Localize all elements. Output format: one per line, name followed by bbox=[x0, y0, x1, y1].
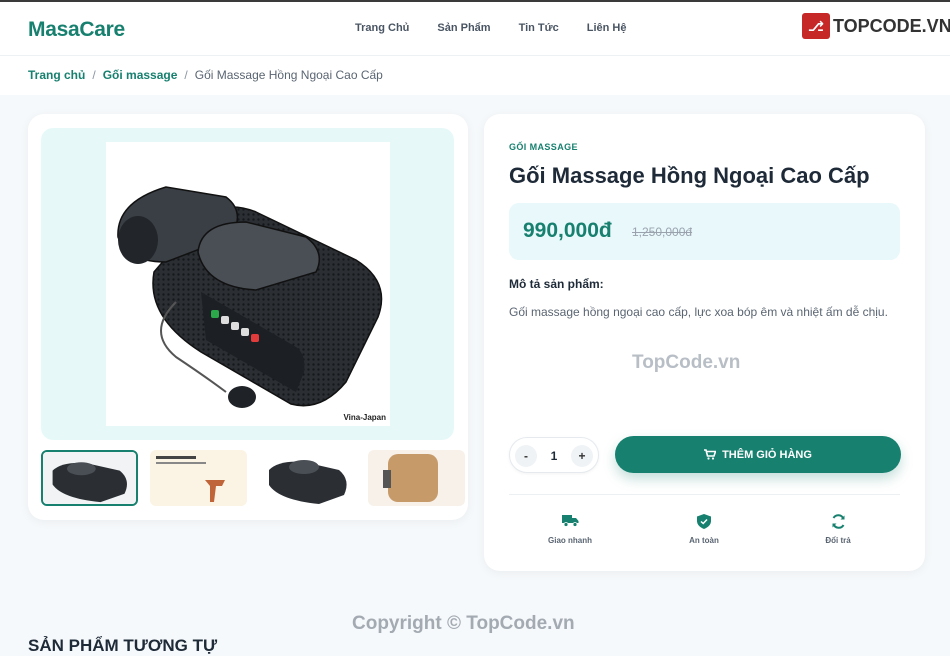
nav-contact[interactable]: Liên Hệ bbox=[587, 22, 627, 34]
massage-pillow-image bbox=[117, 186, 383, 408]
quantity-stepper: - + bbox=[509, 437, 599, 474]
feature-fast-delivery: Giao nhanh bbox=[525, 514, 615, 545]
product-category[interactable]: GỐI MASSAGE bbox=[509, 142, 578, 152]
feature-label: Giao nhanh bbox=[548, 536, 592, 545]
topcode-badge: ⎇ TOPCODE.VN bbox=[802, 13, 950, 39]
main-product-image[interactable]: Vina-Japan bbox=[106, 142, 390, 426]
feature-label: Đổi trả bbox=[825, 536, 851, 545]
site-logo[interactable]: MasaCare bbox=[28, 18, 125, 42]
refresh-icon bbox=[832, 514, 844, 529]
nav-home[interactable]: Trang Chủ bbox=[355, 22, 409, 34]
description-label: Mô tả sản phẩm: bbox=[509, 277, 604, 291]
breadcrumb-current: Gối Massage Hồng Ngoại Cao Cấp bbox=[194, 68, 383, 82]
image-caption: Vina-Japan bbox=[343, 413, 386, 422]
breadcrumb-home[interactable]: Trang chủ bbox=[28, 68, 85, 82]
main-image-frame: Vina-Japan bbox=[41, 128, 454, 440]
quantity-decrease-button[interactable]: - bbox=[515, 445, 537, 467]
feature-return: Đổi trả bbox=[793, 514, 883, 545]
product-title: Gối Massage Hồng Ngoại Cao Cấp bbox=[509, 163, 870, 188]
quantity-increase-button[interactable]: + bbox=[571, 445, 593, 467]
thumbnail-2[interactable] bbox=[150, 450, 247, 506]
current-price: 990,000đ bbox=[523, 219, 612, 242]
watermark: TopCode.vn bbox=[632, 352, 741, 373]
product-description: Gối massage hồng ngoại cao cấp, lực xoa … bbox=[509, 305, 888, 319]
related-products-title: SẢN PHẨM TƯƠNG TỰ bbox=[28, 636, 218, 655]
breadcrumb: Trang chủ / Gối massage / Gối Massage Hồ… bbox=[0, 55, 950, 95]
add-to-cart-button[interactable]: THÊM GIỎ HÀNG bbox=[615, 436, 901, 473]
truck-icon bbox=[561, 515, 578, 527]
divider bbox=[509, 494, 900, 495]
thumbnail-4[interactable] bbox=[368, 450, 465, 506]
thumbnail-strip bbox=[41, 450, 465, 506]
add-to-cart-label: THÊM GIỎ HÀNG bbox=[722, 448, 812, 461]
shield-icon bbox=[697, 514, 711, 529]
main-nav: Trang Chủ Sản Phẩm Tin Tức Liên Hệ bbox=[355, 22, 626, 34]
cart-icon bbox=[704, 449, 717, 460]
breadcrumb-separator: / bbox=[184, 68, 188, 82]
feature-label: An toàn bbox=[689, 536, 719, 545]
feature-safe: An toàn bbox=[659, 514, 749, 545]
product-gallery: Vina-Japan bbox=[28, 114, 468, 520]
breadcrumb-category[interactable]: Gối massage bbox=[103, 68, 178, 82]
topcode-badge-text: TOPCODE.VN bbox=[833, 15, 950, 36]
nav-products[interactable]: Sản Phẩm bbox=[437, 22, 490, 34]
site-header: MasaCare Trang Chủ Sản Phẩm Tin Tức Liên… bbox=[0, 0, 950, 55]
old-price: 1,250,000đ bbox=[632, 225, 693, 239]
nav-news[interactable]: Tin Tức bbox=[519, 22, 559, 34]
thumbnail-3[interactable] bbox=[259, 450, 356, 506]
product-info: GỐI MASSAGE Gối Massage Hồng Ngoại Cao C… bbox=[484, 114, 925, 571]
copyright-watermark: Copyright © TopCode.vn bbox=[352, 613, 575, 634]
breadcrumb-separator: / bbox=[92, 68, 96, 82]
quantity-input[interactable] bbox=[540, 438, 568, 474]
thumbnail-1[interactable] bbox=[41, 450, 138, 506]
price-box: 990,000đ 1,250,000đ bbox=[509, 203, 900, 260]
topcode-logo-icon: ⎇ bbox=[802, 13, 830, 39]
